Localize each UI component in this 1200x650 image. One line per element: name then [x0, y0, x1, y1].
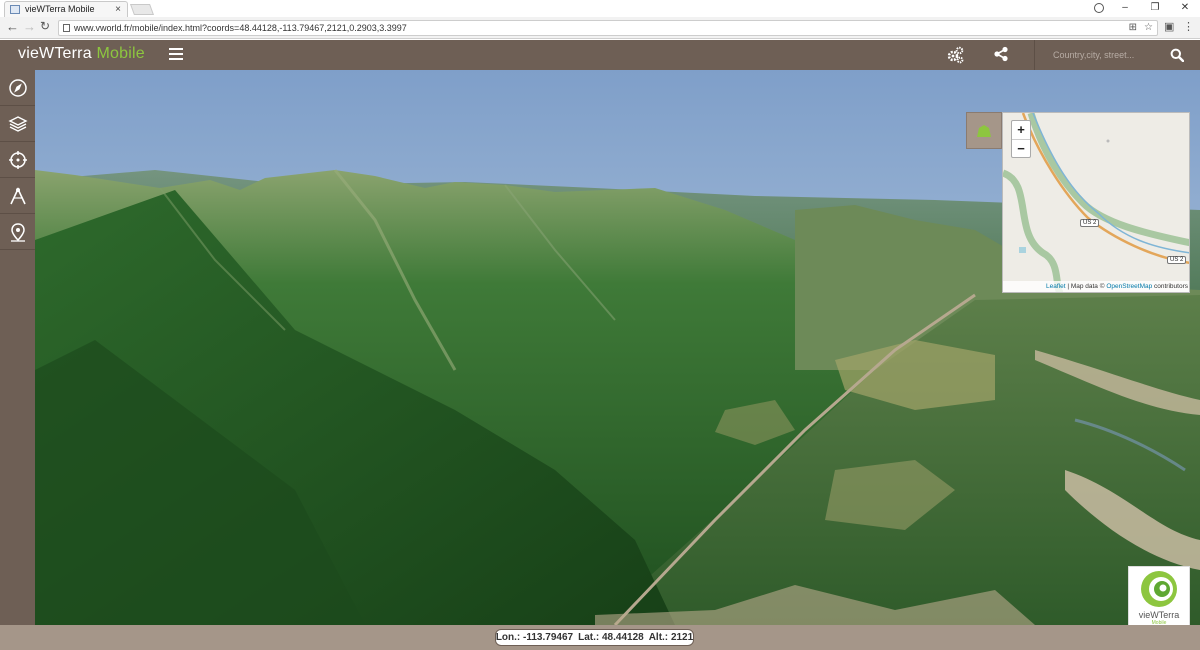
url-field[interactable]: www.vworld.fr/mobile/index.html?coords=4… — [58, 20, 1158, 36]
menu-icon[interactable] — [169, 48, 183, 60]
alt-label: Alt.: — [648, 632, 669, 643]
location-button[interactable] — [0, 214, 35, 250]
new-tab-button[interactable] — [129, 4, 155, 15]
layers-button[interactable] — [0, 106, 35, 142]
map-layer-toggle[interactable] — [966, 112, 1002, 149]
search-input[interactable] — [1034, 40, 1162, 70]
lon-value: -113.79467 — [523, 632, 574, 643]
favicon-icon — [10, 5, 20, 14]
zoom-in-button[interactable]: + — [1012, 121, 1030, 139]
lat-value: 48.44128 — [601, 632, 644, 643]
close-window-icon[interactable]: ✕ — [1170, 0, 1200, 17]
lon-label: Lon.: — [495, 632, 521, 643]
app-title: vieWTerra Mobile — [18, 45, 145, 63]
tab-close-icon[interactable]: × — [115, 2, 121, 17]
osm-link[interactable]: OpenStreetMap — [1106, 283, 1152, 290]
browser-tabstrip: vieWTerra Mobile × – ❐ ✕ — [0, 0, 1200, 17]
restore-icon[interactable]: ❐ — [1140, 0, 1170, 17]
share-icon[interactable] — [993, 46, 1009, 62]
map-layer-icon — [977, 124, 991, 137]
translate-icon[interactable]: ⊞ — [1129, 21, 1137, 35]
url-text: www.vworld.fr/mobile/index.html?coords=4… — [74, 23, 407, 33]
measure-button[interactable] — [0, 178, 35, 214]
compass-button[interactable] — [0, 70, 35, 106]
logo-text: vieWTerra — [1138, 610, 1180, 620]
extension-icon[interactable]: ▣ — [1164, 20, 1174, 33]
address-bar: ← → ↻ www.vworld.fr/mobile/index.html?co… — [0, 17, 1200, 39]
route-shield: US 2 — [1080, 219, 1100, 227]
back-icon[interactable]: ← — [6, 19, 19, 34]
browser-tab[interactable]: vieWTerra Mobile × — [4, 1, 128, 17]
window-controls: – ❐ ✕ — [1110, 0, 1200, 17]
search-icon[interactable] — [1170, 48, 1184, 62]
crosshair-icon — [8, 150, 27, 169]
compass-icon — [8, 78, 27, 97]
location-pin-icon — [10, 222, 25, 242]
chrome-menu-icon[interactable]: ⋮ — [1183, 20, 1194, 33]
attribution-tail: contributors — [1152, 283, 1188, 290]
map-attribution: Leaflet | Map data © OpenStreetMap contr… — [1003, 281, 1189, 292]
minimize-icon[interactable]: – — [1110, 0, 1140, 17]
layers-icon — [7, 115, 28, 132]
globe-logo-icon — [1141, 571, 1177, 607]
reload-icon[interactable]: ↻ — [40, 19, 50, 33]
account-icon[interactable] — [1094, 3, 1104, 13]
tab-title: vieWTerra Mobile — [25, 4, 95, 14]
zoom-control: + − — [1011, 120, 1031, 158]
lat-label: Lat.: — [578, 632, 600, 643]
measure-icon — [9, 186, 26, 204]
app-header: vieWTerra Mobile — [0, 40, 1200, 70]
page-icon — [63, 24, 70, 32]
viewterra-logo[interactable]: vieWTerra Mobile — [1128, 566, 1190, 626]
minimap-tiles — [1003, 113, 1189, 292]
coordinates-readout: Lon.: -113.79467 Lat.: 48.44128 Alt.: 21… — [495, 629, 694, 646]
app-title-accent: Mobile — [96, 45, 145, 62]
attribution-sep: | Map data © — [1065, 283, 1107, 290]
bookmark-star-icon[interactable]: ☆ — [1144, 21, 1153, 35]
target-button[interactable] — [0, 142, 35, 178]
status-bar: Lon.: -113.79467 Lat.: 48.44128 Alt.: 21… — [0, 625, 1200, 650]
left-toolbar — [0, 70, 35, 650]
forward-icon[interactable]: → — [23, 19, 36, 34]
app-title-main: vieWTerra — [18, 45, 92, 62]
settings-gears-icon[interactable] — [946, 46, 964, 64]
zoom-out-button[interactable]: − — [1012, 139, 1030, 157]
alt-value: 2121 — [670, 632, 694, 643]
leaflet-link[interactable]: Leaflet — [1046, 283, 1066, 290]
route-shield: US 2 — [1167, 256, 1187, 264]
minimap[interactable]: US 2 US 2 + − Leaflet | Map data © OpenS… — [1002, 112, 1190, 293]
